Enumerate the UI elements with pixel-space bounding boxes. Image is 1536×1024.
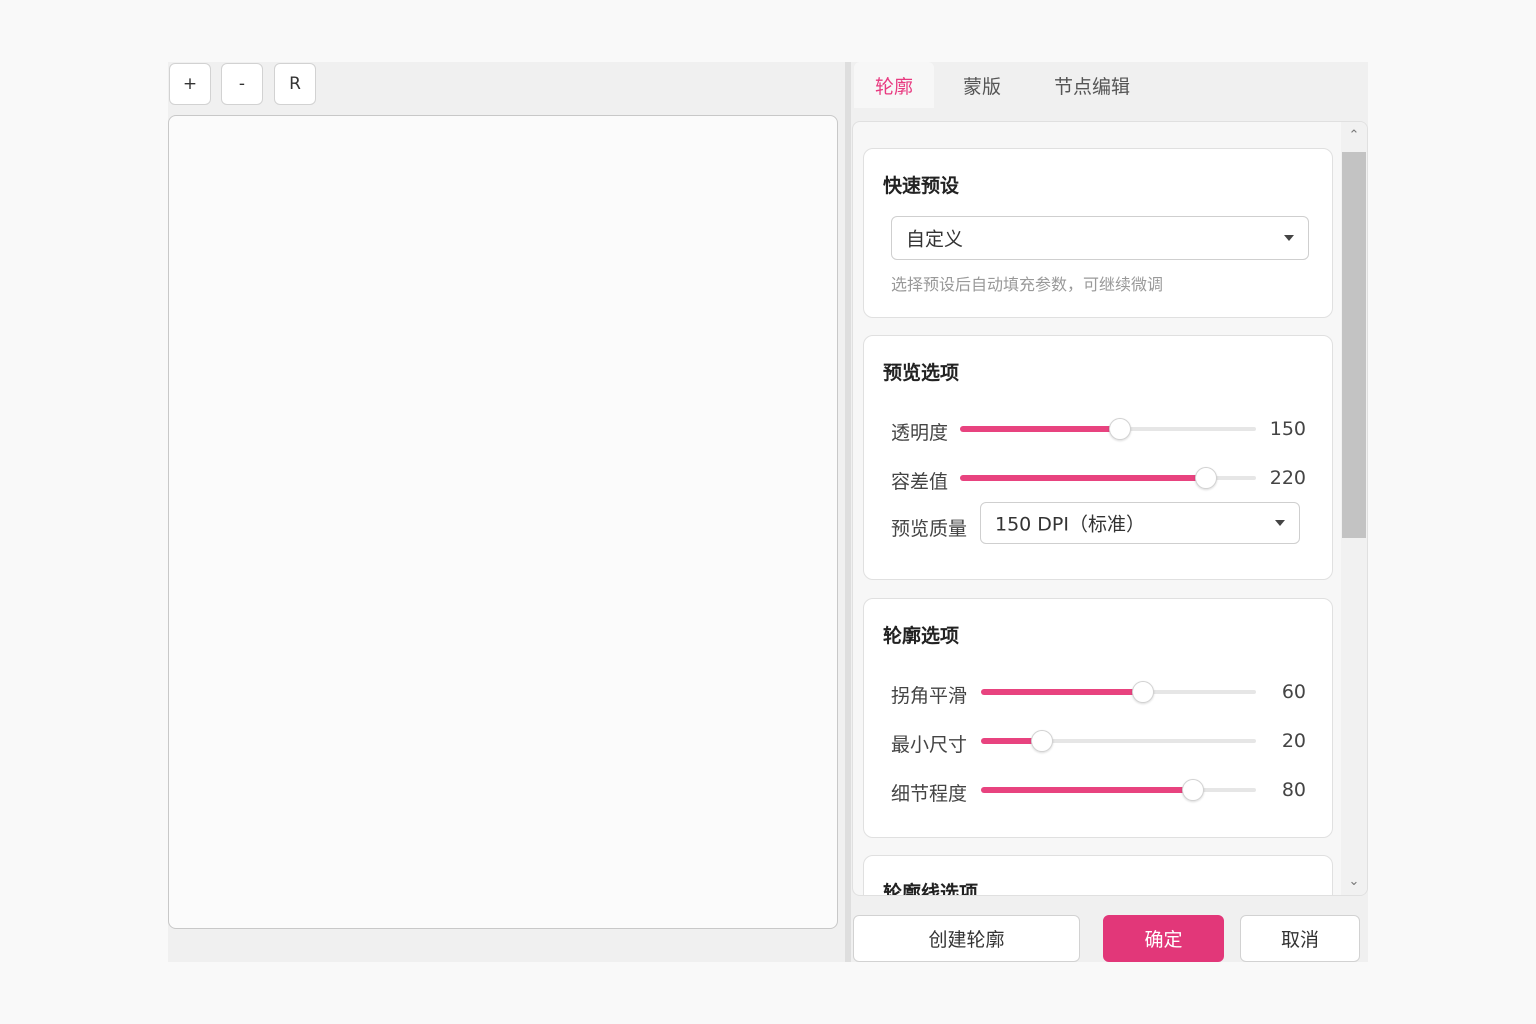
preset-hint: 选择预设后自动填充参数，可继续微调	[891, 275, 1164, 294]
opacity-label: 透明度	[891, 422, 949, 444]
corner-smoothing-slider[interactable]	[981, 681, 1256, 703]
preview-quality-value: 150 DPI（标准）	[995, 513, 1145, 536]
settings-scroll-area[interactable]: 快速预设 自定义 选择预设后自动填充参数，可继续微调 预览选项 透明度 150 …	[852, 121, 1368, 896]
slider-handle[interactable]	[1030, 730, 1053, 752]
slider-handle[interactable]	[1132, 681, 1155, 703]
min-size-value: 20	[1281, 730, 1306, 752]
opacity-value: 150	[1269, 418, 1306, 440]
preview-quality-label: 预览质量	[891, 518, 968, 540]
slider-fill	[981, 689, 1144, 695]
create-contour-button[interactable]: 创建轮廓	[853, 915, 1080, 962]
zoom-out-button[interactable]: -	[221, 63, 263, 105]
detail-level-value: 80	[1281, 779, 1306, 801]
preset-select-value: 自定义	[906, 228, 964, 251]
zoom-in-button[interactable]: +	[169, 63, 211, 105]
contour-line-card: 轮廓线选项	[863, 855, 1333, 896]
scrollbar-thumb[interactable]	[1342, 152, 1366, 538]
scroll-down-icon[interactable]: ⌄	[1341, 874, 1367, 889]
preview-quality-select[interactable]: 150 DPI（标准）	[980, 502, 1300, 544]
chevron-down-icon	[1275, 520, 1285, 526]
opacity-slider[interactable]	[960, 418, 1256, 440]
tab-contour[interactable]: 轮廓	[854, 62, 934, 108]
preset-card: 快速预设 自定义 选择预设后自动填充参数，可继续微调	[863, 148, 1333, 318]
slider-handle[interactable]	[1181, 779, 1204, 801]
scrollbar[interactable]: ⌃ ⌄	[1341, 122, 1367, 895]
tolerance-label: 容差值	[891, 471, 949, 493]
chevron-down-icon	[1284, 235, 1294, 241]
preview-canvas[interactable]	[168, 115, 838, 929]
corner-smoothing-value: 60	[1281, 681, 1306, 703]
scroll-up-icon[interactable]: ⌃	[1341, 128, 1367, 143]
tab-node-edit[interactable]: 节点编辑	[1036, 62, 1148, 108]
preset-title: 快速预设	[883, 175, 960, 197]
preview-card: 预览选项 透明度 150 容差值 220 预览质量 150 DPI（标准）	[863, 335, 1333, 580]
min-size-slider[interactable]	[981, 730, 1256, 752]
corner-smoothing-label: 拐角平滑	[891, 685, 968, 707]
contour-title: 轮廓选项	[883, 625, 960, 647]
detail-level-slider[interactable]	[981, 779, 1256, 801]
preview-title: 预览选项	[883, 362, 960, 384]
slider-handle[interactable]	[1194, 467, 1217, 489]
contour-line-title: 轮廓线选项	[883, 882, 979, 896]
tolerance-slider[interactable]	[960, 467, 1256, 489]
slider-handle[interactable]	[1108, 418, 1131, 440]
slider-fill	[960, 426, 1120, 432]
detail-level-label: 细节程度	[891, 783, 968, 805]
reset-view-button[interactable]: R	[274, 63, 316, 105]
slider-fill	[981, 787, 1193, 793]
tab-mask[interactable]: 蒙版	[940, 62, 1024, 108]
contour-card: 轮廓选项 拐角平滑 60 最小尺寸 20 细节程度 80	[863, 598, 1333, 838]
slider-fill	[960, 475, 1206, 481]
cancel-button[interactable]: 取消	[1240, 915, 1360, 962]
preset-select[interactable]: 自定义	[891, 216, 1309, 260]
ok-button[interactable]: 确定	[1103, 915, 1224, 962]
min-size-label: 最小尺寸	[891, 734, 968, 756]
tolerance-value: 220	[1269, 467, 1306, 489]
pane-splitter[interactable]	[845, 62, 851, 962]
contour-dialog: + - R 轮廓 蒙版 节点编辑 快速预设 自定义 选择预设后自动填充参数，可继…	[168, 62, 1368, 962]
